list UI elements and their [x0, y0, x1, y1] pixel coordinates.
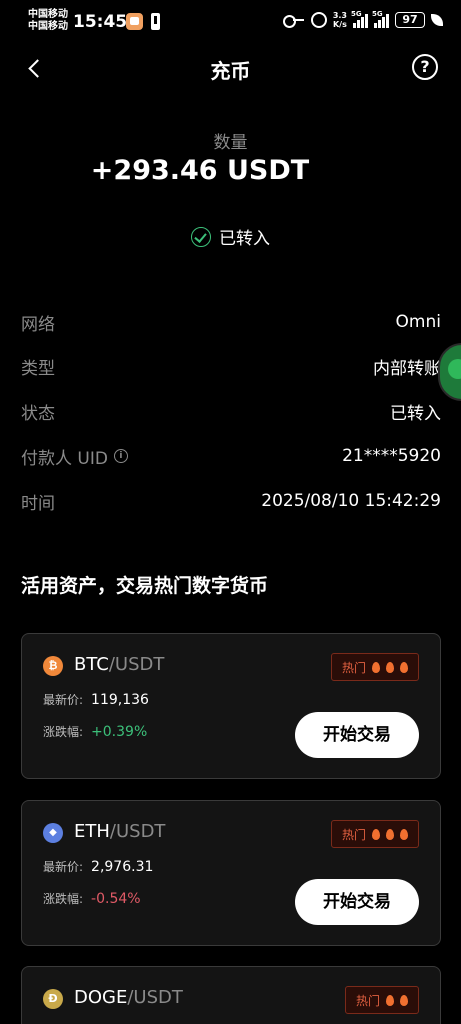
- signal-1-icon: 5G: [351, 10, 368, 28]
- price-change: +0.39%: [91, 723, 148, 740]
- status-text: 已转入: [219, 229, 270, 249]
- dogecoin-icon: Ð: [43, 989, 63, 1009]
- flame-icon: [386, 661, 394, 673]
- latest-price: 119,136: [91, 691, 149, 708]
- flame-icon: [372, 828, 380, 840]
- latest-price-row: 最新价: 2,976.31: [43, 858, 154, 875]
- hot-badge: 热门: [330, 653, 419, 681]
- detail-label: 网络: [21, 314, 55, 335]
- start-trading-button[interactable]: 开始交易: [295, 712, 419, 758]
- flame-icon: [372, 661, 380, 673]
- quantity-label: 数量: [213, 133, 248, 153]
- alert-notification-icon: [151, 13, 160, 30]
- ethereum-icon: ◆: [43, 823, 63, 843]
- battery-icon: 97: [395, 12, 425, 28]
- change-row: 涨跌幅: -0.54%: [43, 890, 141, 907]
- bitcoin-icon: ₿: [43, 656, 63, 676]
- market-card-eth: ◆ ETH/USDT 热门 最新价: 2,976.31 涨跌幅: -0.54% …: [21, 800, 441, 946]
- detail-value: Omni: [395, 312, 441, 332]
- network-speed: 3.3 K/s: [332, 11, 347, 29]
- status-time: 15:45: [73, 12, 128, 32]
- help-icon[interactable]: ?: [412, 54, 438, 80]
- detail-row-type: 类型 内部转账: [21, 353, 441, 379]
- alarm-icon: [310, 12, 327, 28]
- latest-price-row: 最新价: 119,136: [43, 691, 149, 708]
- start-trading-button[interactable]: 开始交易: [295, 879, 419, 925]
- page-title: 充币: [210, 59, 251, 83]
- floating-assistant-button[interactable]: [438, 343, 461, 401]
- carrier-2: 中国移动: [28, 21, 68, 32]
- deposit-status: 已转入: [0, 224, 461, 249]
- detail-row-status: 状态 已转入: [21, 398, 441, 424]
- detail-value: 内部转账: [373, 358, 441, 379]
- eco-leaf-icon: [431, 14, 443, 26]
- flame-icon: [400, 828, 408, 840]
- detail-label: 状态: [21, 403, 55, 424]
- detail-value: 2025/08/10 15:42:29: [261, 491, 441, 511]
- detail-label: 时间: [21, 493, 55, 514]
- detail-label: 付款人 UID i: [21, 444, 128, 469]
- detail-row-payer-uid: 付款人 UID i 21****5920: [21, 443, 441, 469]
- change-row: 涨跌幅: +0.39%: [43, 723, 148, 740]
- header: 充币 ?: [0, 48, 461, 88]
- trading-pair: BTC/USDT: [74, 654, 165, 675]
- flame-icon: [386, 828, 394, 840]
- key-icon: [282, 12, 305, 28]
- market-card-btc: ₿ BTC/USDT 热门 最新价: 119,136 涨跌幅: +0.39% 开…: [21, 633, 441, 779]
- trading-pair: ETH/USDT: [74, 821, 166, 842]
- status-bar: 中国移动 中国移动 15:45 3.3 K/s 5G 5G 97: [0, 0, 461, 42]
- flame-icon: [400, 994, 408, 1006]
- detail-label: 类型: [21, 358, 55, 379]
- app-notification-icon: [126, 13, 143, 30]
- trading-pair: DOGE/USDT: [74, 987, 183, 1008]
- hot-badge: 热门: [344, 986, 419, 1014]
- detail-row-network: 网络 Omni: [21, 309, 441, 335]
- check-circle-icon: [191, 226, 211, 247]
- detail-value: 已转入: [390, 403, 441, 424]
- quantity-value: +293.46 USDT: [90, 155, 310, 186]
- carrier-labels: 中国移动 中国移动: [28, 9, 68, 33]
- carrier-1: 中国移动: [28, 9, 68, 20]
- latest-price: 2,976.31: [91, 858, 154, 875]
- hot-badge: 热门: [330, 820, 419, 848]
- flame-icon: [400, 661, 408, 673]
- price-change: -0.54%: [91, 890, 141, 907]
- info-icon[interactable]: i: [113, 449, 128, 463]
- market-card-doge: Ð DOGE/USDT 热门: [21, 966, 441, 1024]
- detail-value: 21****5920: [342, 446, 441, 466]
- detail-row-time: 时间 2025/08/10 15:42:29: [21, 488, 441, 514]
- status-icons: 3.3 K/s 5G 5G 97: [282, 10, 443, 29]
- section-title: 活用资产，交易热门数字货币: [21, 575, 269, 597]
- signal-2-icon: 5G: [372, 10, 389, 28]
- flame-icon: [386, 994, 394, 1006]
